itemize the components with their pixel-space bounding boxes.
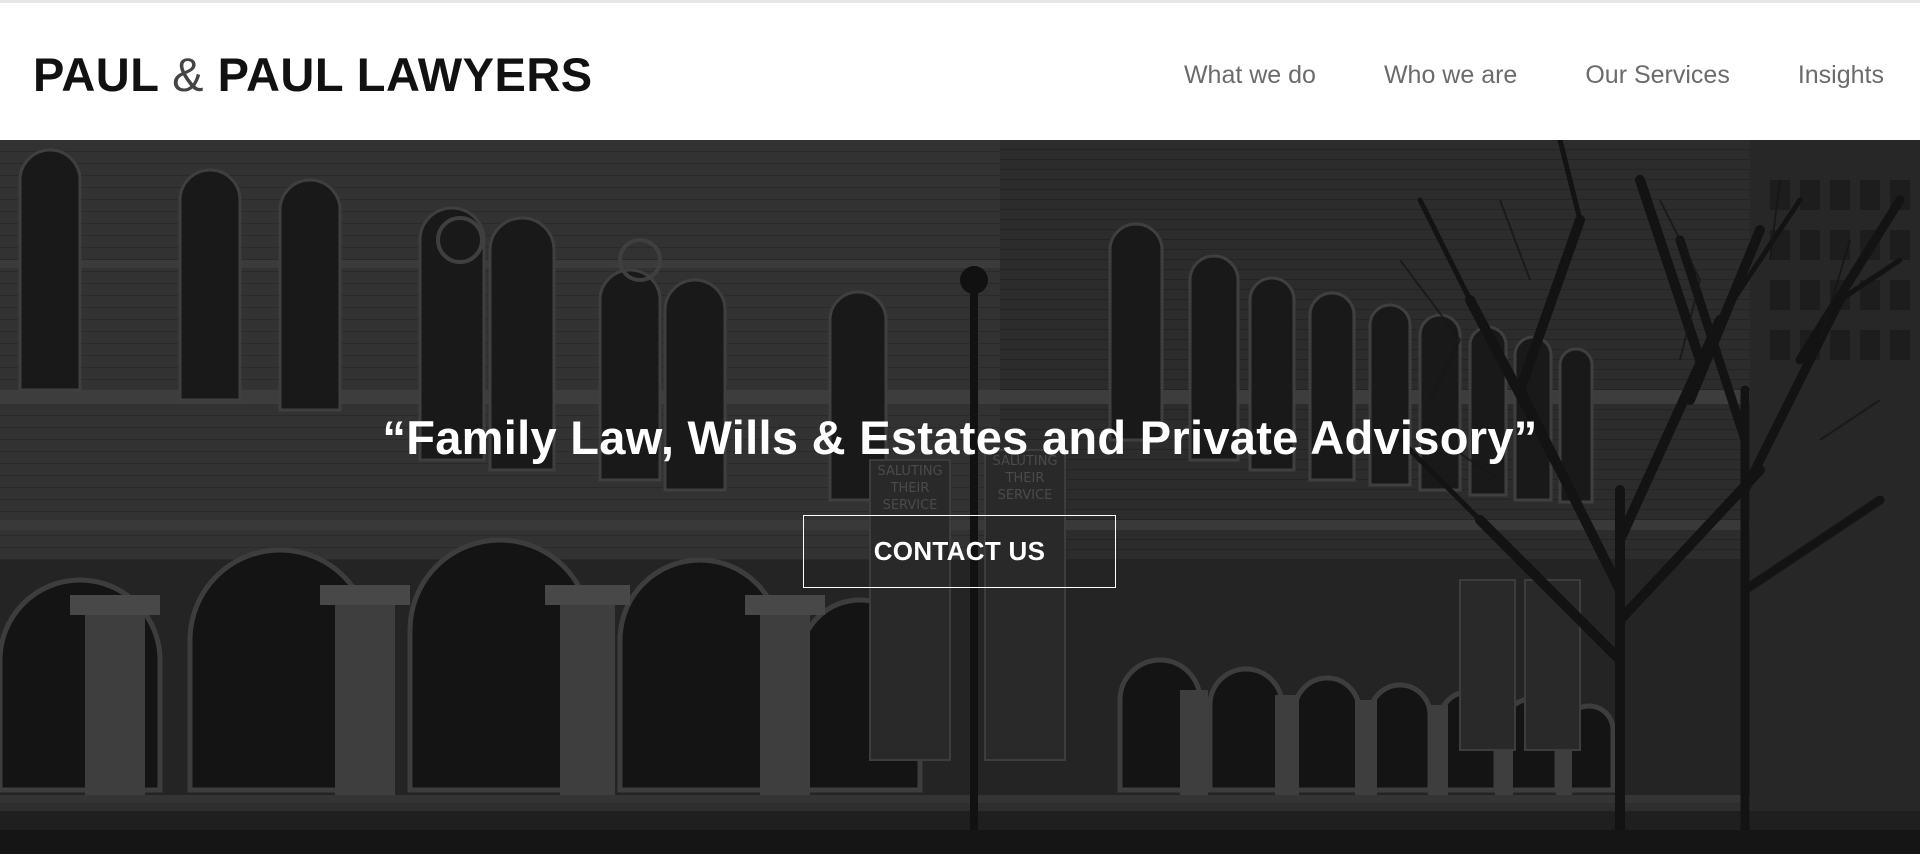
page: PAUL & PAUL LAWYERS What we do Who we ar…	[0, 0, 1920, 854]
contact-us-button[interactable]: CONTACT US	[803, 515, 1116, 588]
nav-link-insights[interactable]: Insights	[1798, 57, 1884, 93]
logo-text-part1: PAUL	[33, 48, 173, 101]
nav-link-our-services[interactable]: Our Services	[1585, 57, 1729, 93]
site-logo[interactable]: PAUL & PAUL LAWYERS	[33, 47, 593, 103]
nav-link-who-we-are[interactable]: Who we are	[1384, 57, 1517, 93]
logo-ampersand: &	[172, 48, 205, 101]
logo-text-part2: PAUL LAWYERS	[204, 48, 593, 101]
nav-link-what-we-do[interactable]: What we do	[1184, 57, 1316, 93]
main-nav: What we do Who we are Our Services Insig…	[1184, 57, 1884, 93]
hero-dark-overlay	[0, 140, 1920, 854]
hero-section: SALUTING THEIR SERVICE SALUTING THEIR SERVIC…	[0, 140, 1920, 854]
hero-quote: “Family Law, Wills & Estates and Private…	[382, 411, 1538, 464]
site-header: PAUL & PAUL LAWYERS What we do Who we ar…	[0, 3, 1920, 140]
